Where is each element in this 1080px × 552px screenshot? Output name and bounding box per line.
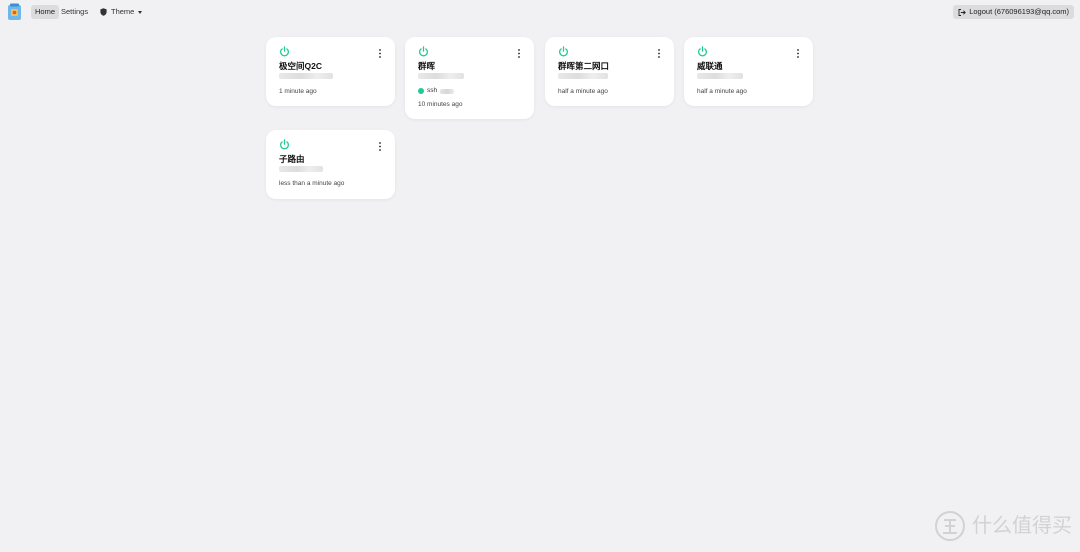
theme-shield-icon (100, 8, 107, 16)
more-options-icon[interactable] (657, 49, 661, 58)
device-card[interactable]: 极空间Q2C 1 minute ago (266, 37, 395, 106)
nav-settings-link[interactable]: Settings (61, 5, 88, 19)
more-options-icon[interactable] (378, 142, 382, 151)
device-name: 威联通 (697, 61, 723, 71)
theme-dropdown[interactable]: Theme (100, 5, 143, 19)
more-options-icon[interactable] (517, 49, 521, 58)
app-logo-icon[interactable] (7, 3, 22, 21)
last-seen-time: 1 minute ago (279, 88, 317, 95)
last-seen-time: half a minute ago (558, 88, 608, 95)
power-icon[interactable] (418, 46, 429, 57)
zhi-logo-icon (935, 511, 965, 541)
logout-icon (958, 8, 967, 16)
device-name: 群晖 (418, 61, 436, 71)
power-icon[interactable] (558, 46, 569, 57)
power-icon[interactable] (279, 46, 290, 57)
power-icon[interactable] (279, 139, 290, 150)
device-name: 极空间Q2C (279, 61, 322, 71)
last-seen-time: less than a minute ago (279, 180, 345, 187)
watermark-text: 什么值得买 (972, 515, 1072, 537)
redacted-address (697, 73, 743, 79)
service-label: ssh (427, 87, 438, 94)
device-card[interactable]: 群晖 ssh 10 minutes ago (405, 37, 534, 119)
watermark: 什么值得买 (934, 510, 1072, 542)
theme-label: Theme (111, 7, 135, 16)
status-dot-icon (418, 88, 424, 94)
logout-label: Logout (676096193@qq.com) (969, 7, 1069, 16)
device-card[interactable]: 子路由 less than a minute ago (266, 130, 395, 199)
redacted-address (279, 166, 323, 172)
top-navbar: Home Settings Theme Logout (676096193@qq… (0, 0, 1080, 24)
device-name: 群晖第二网口 (558, 61, 610, 71)
device-name: 子路由 (279, 154, 305, 164)
device-card[interactable]: 威联通 half a minute ago (684, 37, 813, 106)
chevron-down-icon (138, 10, 143, 14)
device-card[interactable]: 群晖第二网口 half a minute ago (545, 37, 674, 106)
more-options-icon[interactable] (378, 49, 382, 58)
power-icon[interactable] (697, 46, 708, 57)
redacted-port (440, 88, 455, 94)
last-seen-time: half a minute ago (697, 88, 747, 95)
nav-home-link[interactable]: Home (31, 5, 60, 19)
logout-button[interactable]: Logout (676096193@qq.com) (953, 5, 1074, 19)
last-seen-time: 10 minutes ago (418, 101, 463, 108)
redacted-address (558, 73, 608, 79)
service-status[interactable]: ssh (418, 87, 455, 95)
redacted-address (279, 73, 333, 79)
redacted-address (418, 73, 464, 79)
more-options-icon[interactable] (796, 49, 800, 58)
